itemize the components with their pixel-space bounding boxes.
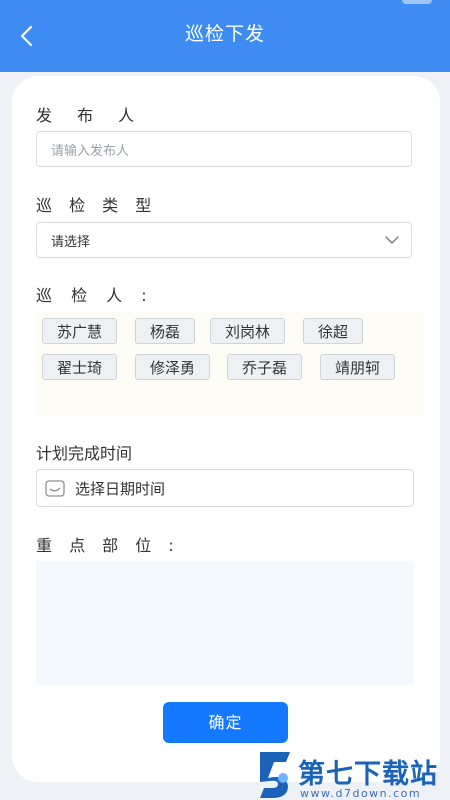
watermark: 第七下载站 www.d7down.com bbox=[254, 748, 450, 800]
watermark-name: 第七下载站 bbox=[298, 759, 438, 790]
watermark-url: www.d7down.com bbox=[300, 787, 422, 800]
plan-time-value: 选择日期时间 bbox=[75, 479, 166, 498]
inspectors-label: 巡 检 人 : bbox=[36, 286, 154, 305]
inspection-type-select[interactable]: 请选择 bbox=[36, 222, 412, 258]
inspection-type-label: 巡 检 类 型 bbox=[36, 196, 158, 215]
page-title: 巡检下发 bbox=[184, 23, 265, 45]
inspector-chip[interactable]: 徐超 bbox=[303, 318, 364, 344]
inspector-chip[interactable]: 翟士琦 bbox=[42, 354, 118, 380]
plan-time-picker[interactable]: 选择日期时间 bbox=[36, 469, 414, 507]
inspector-chip[interactable]: 杨磊 bbox=[135, 318, 196, 344]
key-area-textarea[interactable] bbox=[36, 561, 414, 685]
calendar-icon bbox=[45, 480, 65, 497]
inspector-chip[interactable]: 靖朋轲 bbox=[320, 354, 396, 380]
inspector-chip[interactable]: 苏广慧 bbox=[42, 318, 118, 344]
chevron-down-icon bbox=[385, 236, 399, 244]
publisher-input[interactable]: 请输入发布人 bbox=[36, 131, 412, 167]
publisher-label: 发 布 人 bbox=[36, 106, 145, 125]
publisher-placeholder: 请输入发布人 bbox=[51, 143, 130, 159]
app-screen: 巡检下发 发 布 人 请输入发布人 巡 检 类 型 请选择 巡 检 人 : 苏广… bbox=[0, 0, 450, 800]
watermark-logo-icon bbox=[260, 752, 290, 798]
inspector-chip[interactable]: 修泽勇 bbox=[135, 354, 211, 380]
plan-time-label: 计划完成时间 bbox=[36, 444, 133, 463]
inspection-type-value: 请选择 bbox=[51, 234, 91, 250]
inspector-chip[interactable]: 刘岗林 bbox=[210, 318, 286, 344]
key-area-label: 重 点 部 位 : bbox=[36, 536, 180, 555]
inspector-chip[interactable]: 乔子磊 bbox=[227, 354, 303, 380]
top-app-bar: 巡检下发 bbox=[0, 0, 450, 72]
confirm-button[interactable]: 确定 bbox=[163, 702, 288, 743]
form-card: 发 布 人 请输入发布人 巡 检 类 型 请选择 巡 检 人 : 苏广慧 杨磊 … bbox=[12, 76, 440, 782]
inspector-chip-area: 苏广慧 杨磊 刘岗林 徐超 翟士琦 修泽勇 乔子磊 靖朋轲 bbox=[36, 312, 424, 416]
